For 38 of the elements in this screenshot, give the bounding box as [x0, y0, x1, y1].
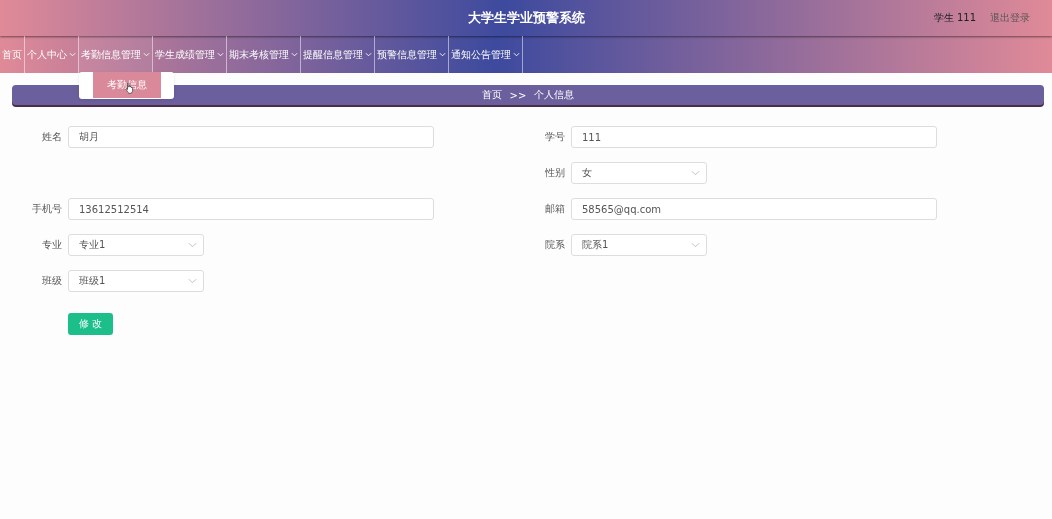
field-label: 性别	[544, 166, 566, 180]
caret-icon	[439, 52, 446, 57]
field-label: 院系	[544, 238, 566, 252]
nav-item[interactable]: 学生成绩管理	[153, 36, 226, 73]
text-field[interactable]: 58565@qq.com	[571, 198, 937, 220]
caret-icon	[69, 52, 76, 57]
nav-item[interactable]: 期末考核管理	[227, 36, 300, 73]
app-title: 大学生学业预警系统	[467, 9, 585, 27]
breadcrumb-separator: >>	[509, 89, 527, 101]
nav-item[interactable]: 提醒信息管理	[301, 36, 374, 73]
caret-icon	[365, 52, 372, 57]
chevron-down-icon	[188, 242, 197, 248]
nav-item[interactable]: 预警信息管理	[375, 36, 448, 73]
field-label: 邮箱	[544, 202, 566, 216]
nav-item[interactable]: 通知公告管理	[449, 36, 522, 73]
text-field[interactable]: 13612512514	[68, 198, 434, 220]
user-name: 学生 111	[933, 11, 976, 25]
caret-icon	[513, 52, 520, 57]
caret-icon	[217, 52, 224, 57]
cursor-icon	[125, 82, 135, 94]
select-field[interactable]: 班级1	[68, 270, 204, 292]
field-label: 专业	[41, 238, 63, 252]
caret-icon	[291, 52, 298, 57]
caret-icon	[143, 52, 150, 57]
chevron-down-icon	[188, 278, 197, 284]
select-field[interactable]: 专业1	[68, 234, 204, 256]
text-field[interactable]: 胡月	[68, 126, 434, 148]
text-field[interactable]: 111	[571, 126, 937, 148]
field-label: 姓名	[41, 130, 63, 144]
select-field[interactable]: 女	[571, 162, 707, 184]
breadcrumb-current: 个人信息	[534, 88, 575, 102]
chevron-down-icon	[691, 170, 700, 176]
breadcrumb-home[interactable]: 首页	[481, 88, 502, 102]
field-label: 学号	[544, 130, 566, 144]
select-field[interactable]: 院系1	[571, 234, 707, 256]
field-label: 手机号	[31, 202, 63, 216]
chevron-down-icon	[691, 242, 700, 248]
field-label: 班级	[41, 274, 63, 288]
